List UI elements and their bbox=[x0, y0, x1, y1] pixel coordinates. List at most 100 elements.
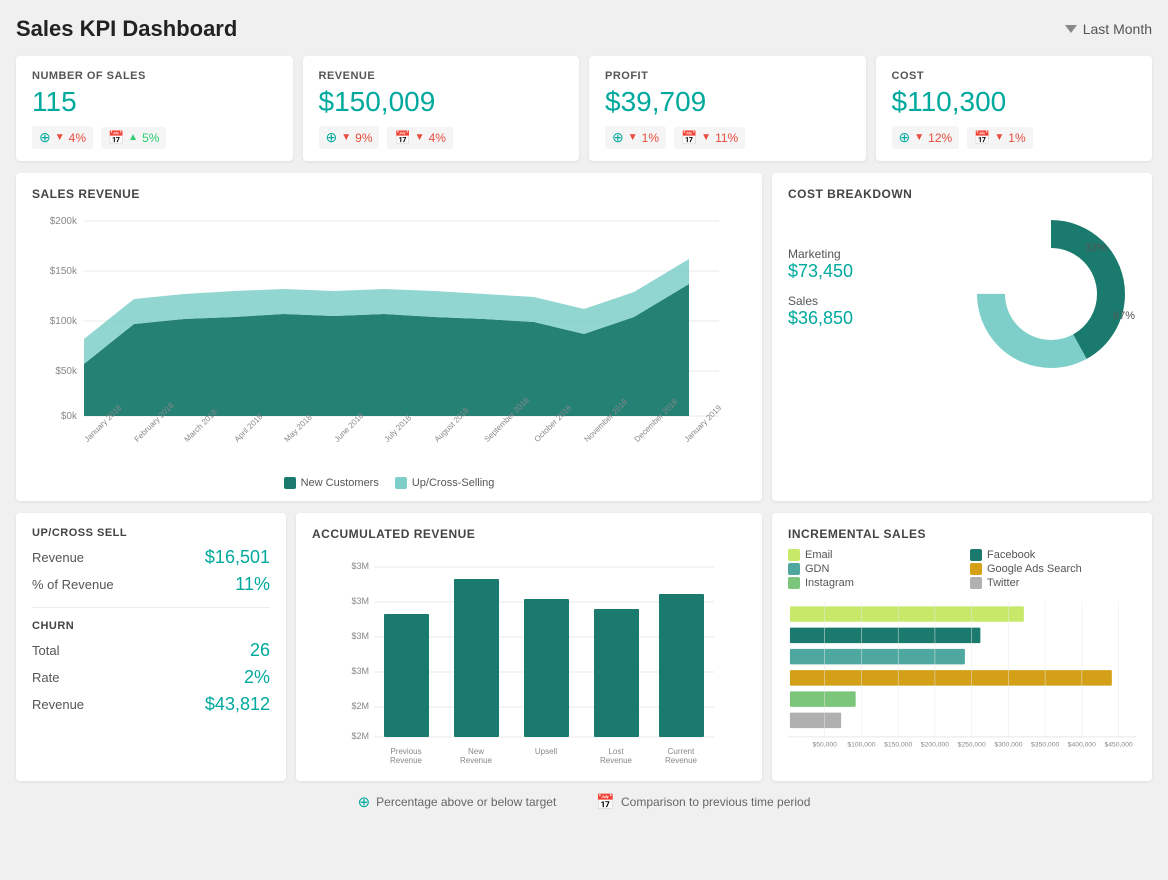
svg-text:Revenue: Revenue bbox=[665, 756, 698, 765]
sales-revenue-chart: $200k $150k $100k $50k $0k January 2018 … bbox=[32, 209, 746, 469]
arrow-down-icon: ▼ bbox=[55, 132, 65, 143]
accumulated-revenue-card: ACCUMULATED REVENUE $3M $3M $3M $3M $2M … bbox=[296, 513, 762, 781]
churn-title: CHURN bbox=[32, 620, 270, 632]
arrow-down-icon-3: ▼ bbox=[415, 132, 425, 143]
upcross-revenue-row: Revenue $16,501 bbox=[32, 547, 270, 568]
churn-total-row: Total 26 bbox=[32, 640, 270, 661]
churn-rate-label: Rate bbox=[32, 670, 59, 685]
filter-dropdown-icon bbox=[1065, 25, 1077, 33]
donut-marketing-label: Marketing bbox=[788, 247, 956, 261]
donut-section: Marketing $73,450 Sales $36,850 3 bbox=[788, 209, 1136, 379]
upcross-pct-label: % of Revenue bbox=[32, 577, 114, 592]
svg-text:April 2018: April 2018 bbox=[233, 412, 265, 444]
svg-text:$0k: $0k bbox=[61, 411, 78, 422]
kpi-revenue-label: REVENUE bbox=[319, 70, 564, 82]
legend-facebook: Facebook bbox=[970, 549, 1136, 561]
page-header: Sales KPI Dashboard Last Month bbox=[16, 16, 1152, 42]
upcross-revenue-label: Revenue bbox=[32, 550, 84, 565]
cost-breakdown-card: COST BREAKDOWN Marketing $73,450 Sales $… bbox=[772, 173, 1152, 501]
kpi-card-profit: PROFIT $39,709 ⊕ ▼ 1% 📅 ▼ 11% bbox=[589, 56, 866, 161]
filter-control[interactable]: Last Month bbox=[1065, 21, 1152, 37]
metrics-divider bbox=[32, 607, 270, 608]
kpi-card-revenue: REVENUE $150,009 ⊕ ▼ 9% 📅 ▼ 4% bbox=[303, 56, 580, 161]
kpi-sales-badge1: ⊕ ▼ 4% bbox=[32, 126, 93, 149]
legend-gdn-label: GDN bbox=[805, 563, 829, 575]
legend-upcross-label: Up/Cross-Selling bbox=[412, 477, 495, 489]
svg-text:33%: 33% bbox=[1085, 242, 1107, 254]
calendar-icon: 📅 bbox=[108, 130, 124, 146]
svg-text:$3M: $3M bbox=[351, 596, 369, 606]
kpi-profit-badges: ⊕ ▼ 1% 📅 ▼ 11% bbox=[605, 126, 850, 149]
legend-new-customers-box bbox=[284, 477, 296, 489]
svg-text:$350,000: $350,000 bbox=[1031, 742, 1059, 749]
svg-text:Current: Current bbox=[668, 747, 695, 756]
svg-text:$2M: $2M bbox=[351, 731, 369, 741]
churn-revenue-value: $43,812 bbox=[205, 694, 270, 715]
legend-email-dot bbox=[788, 549, 800, 561]
bar-facebook bbox=[790, 628, 980, 643]
upcross-pct-value: 11% bbox=[235, 574, 270, 595]
donut-marketing-value: $73,450 bbox=[788, 261, 956, 282]
svg-text:$450,000: $450,000 bbox=[1105, 742, 1133, 749]
kpi-card-cost: COST $110,300 ⊕ ▼ 12% 📅 ▼ 1% bbox=[876, 56, 1153, 161]
churn-rate-row: Rate 2% bbox=[32, 667, 270, 688]
kpi-revenue-badge2: 📅 ▼ 4% bbox=[387, 127, 452, 149]
kpi-cost-badge1: ⊕ ▼ 12% bbox=[892, 126, 960, 149]
target-icon-4: ⊕ bbox=[899, 129, 911, 146]
kpi-revenue-value: $150,009 bbox=[319, 86, 564, 118]
mid-row: SALES REVENUE $200k $150k $100k $50k $0k… bbox=[16, 173, 1152, 501]
kpi-card-sales: NUMBER OF SALES 115 ⊕ ▼ 4% 📅 ▲ 5% bbox=[16, 56, 293, 161]
legend-twitter-label: Twitter bbox=[987, 577, 1019, 589]
legend-new-customers-label: New Customers bbox=[301, 477, 379, 489]
incremental-sales-title: INCREMENTAL SALES bbox=[788, 527, 1136, 541]
legend-email-label: Email bbox=[805, 549, 833, 561]
churn-rate-value: 2% bbox=[244, 667, 270, 688]
churn-total-value: 26 bbox=[250, 640, 270, 661]
kpi-revenue-b1-val: 9% bbox=[355, 131, 372, 145]
svg-text:$200,000: $200,000 bbox=[921, 742, 949, 749]
kpi-profit-label: PROFIT bbox=[605, 70, 850, 82]
svg-text:$2M: $2M bbox=[351, 701, 369, 711]
kpi-sales-b1-val: 4% bbox=[69, 131, 86, 145]
bar-google-ads bbox=[790, 670, 1112, 685]
arrow-down-icon-2: ▼ bbox=[341, 132, 351, 143]
legend-facebook-dot bbox=[970, 549, 982, 561]
legend-new-customers: New Customers bbox=[284, 477, 379, 489]
kpi-cost-b2-val: 1% bbox=[1008, 131, 1025, 145]
upcross-title: UP/CROSS SELL bbox=[32, 527, 270, 539]
svg-text:$3M: $3M bbox=[351, 561, 369, 571]
svg-text:Lost: Lost bbox=[608, 747, 624, 756]
donut-marketing: Marketing $73,450 bbox=[788, 247, 956, 282]
legend-instagram-dot bbox=[788, 577, 800, 589]
donut-sales-label: Sales bbox=[788, 294, 956, 308]
target-icon-3: ⊕ bbox=[612, 129, 624, 146]
arrow-down-icon-7: ▼ bbox=[994, 132, 1004, 143]
svg-text:$400,000: $400,000 bbox=[1068, 742, 1096, 749]
legend-google-ads-label: Google Ads Search bbox=[987, 563, 1082, 575]
incremental-sales-card: INCREMENTAL SALES Email Facebook GDN Goo… bbox=[772, 513, 1152, 781]
kpi-sales-badges: ⊕ ▼ 4% 📅 ▲ 5% bbox=[32, 126, 277, 149]
kpi-revenue-badge1: ⊕ ▼ 9% bbox=[319, 126, 380, 149]
kpi-profit-badge2: 📅 ▼ 11% bbox=[674, 127, 745, 149]
legend-google-ads: Google Ads Search bbox=[970, 563, 1136, 575]
incremental-sales-chart: $50,000 $100,000 $150,000 $200,000 $250,… bbox=[788, 599, 1136, 749]
svg-text:Previous: Previous bbox=[390, 747, 421, 756]
arrow-up-icon: ▲ bbox=[128, 132, 138, 143]
churn-total-label: Total bbox=[32, 643, 59, 658]
kpi-cost-badge2: 📅 ▼ 1% bbox=[967, 127, 1032, 149]
sales-revenue-card: SALES REVENUE $200k $150k $100k $50k $0k… bbox=[16, 173, 762, 501]
legend-gdn-dot bbox=[788, 563, 800, 575]
calendar-icon-3: 📅 bbox=[681, 130, 697, 146]
calendar-icon-4: 📅 bbox=[974, 130, 990, 146]
svg-text:Revenue: Revenue bbox=[390, 756, 423, 765]
donut-chart: 33% 67% bbox=[966, 209, 1136, 379]
arrow-down-icon-5: ▼ bbox=[701, 132, 711, 143]
legend-upcross-box bbox=[395, 477, 407, 489]
svg-text:$150,000: $150,000 bbox=[884, 742, 912, 749]
footer: ⊕ Percentage above or below target 📅 Com… bbox=[16, 793, 1152, 811]
target-icon: ⊕ bbox=[39, 129, 51, 146]
accumulated-revenue-title: ACCUMULATED REVENUE bbox=[312, 527, 746, 541]
svg-text:$200k: $200k bbox=[50, 216, 78, 227]
arrow-down-icon-4: ▼ bbox=[628, 132, 638, 143]
legend-google-ads-dot bbox=[970, 563, 982, 575]
